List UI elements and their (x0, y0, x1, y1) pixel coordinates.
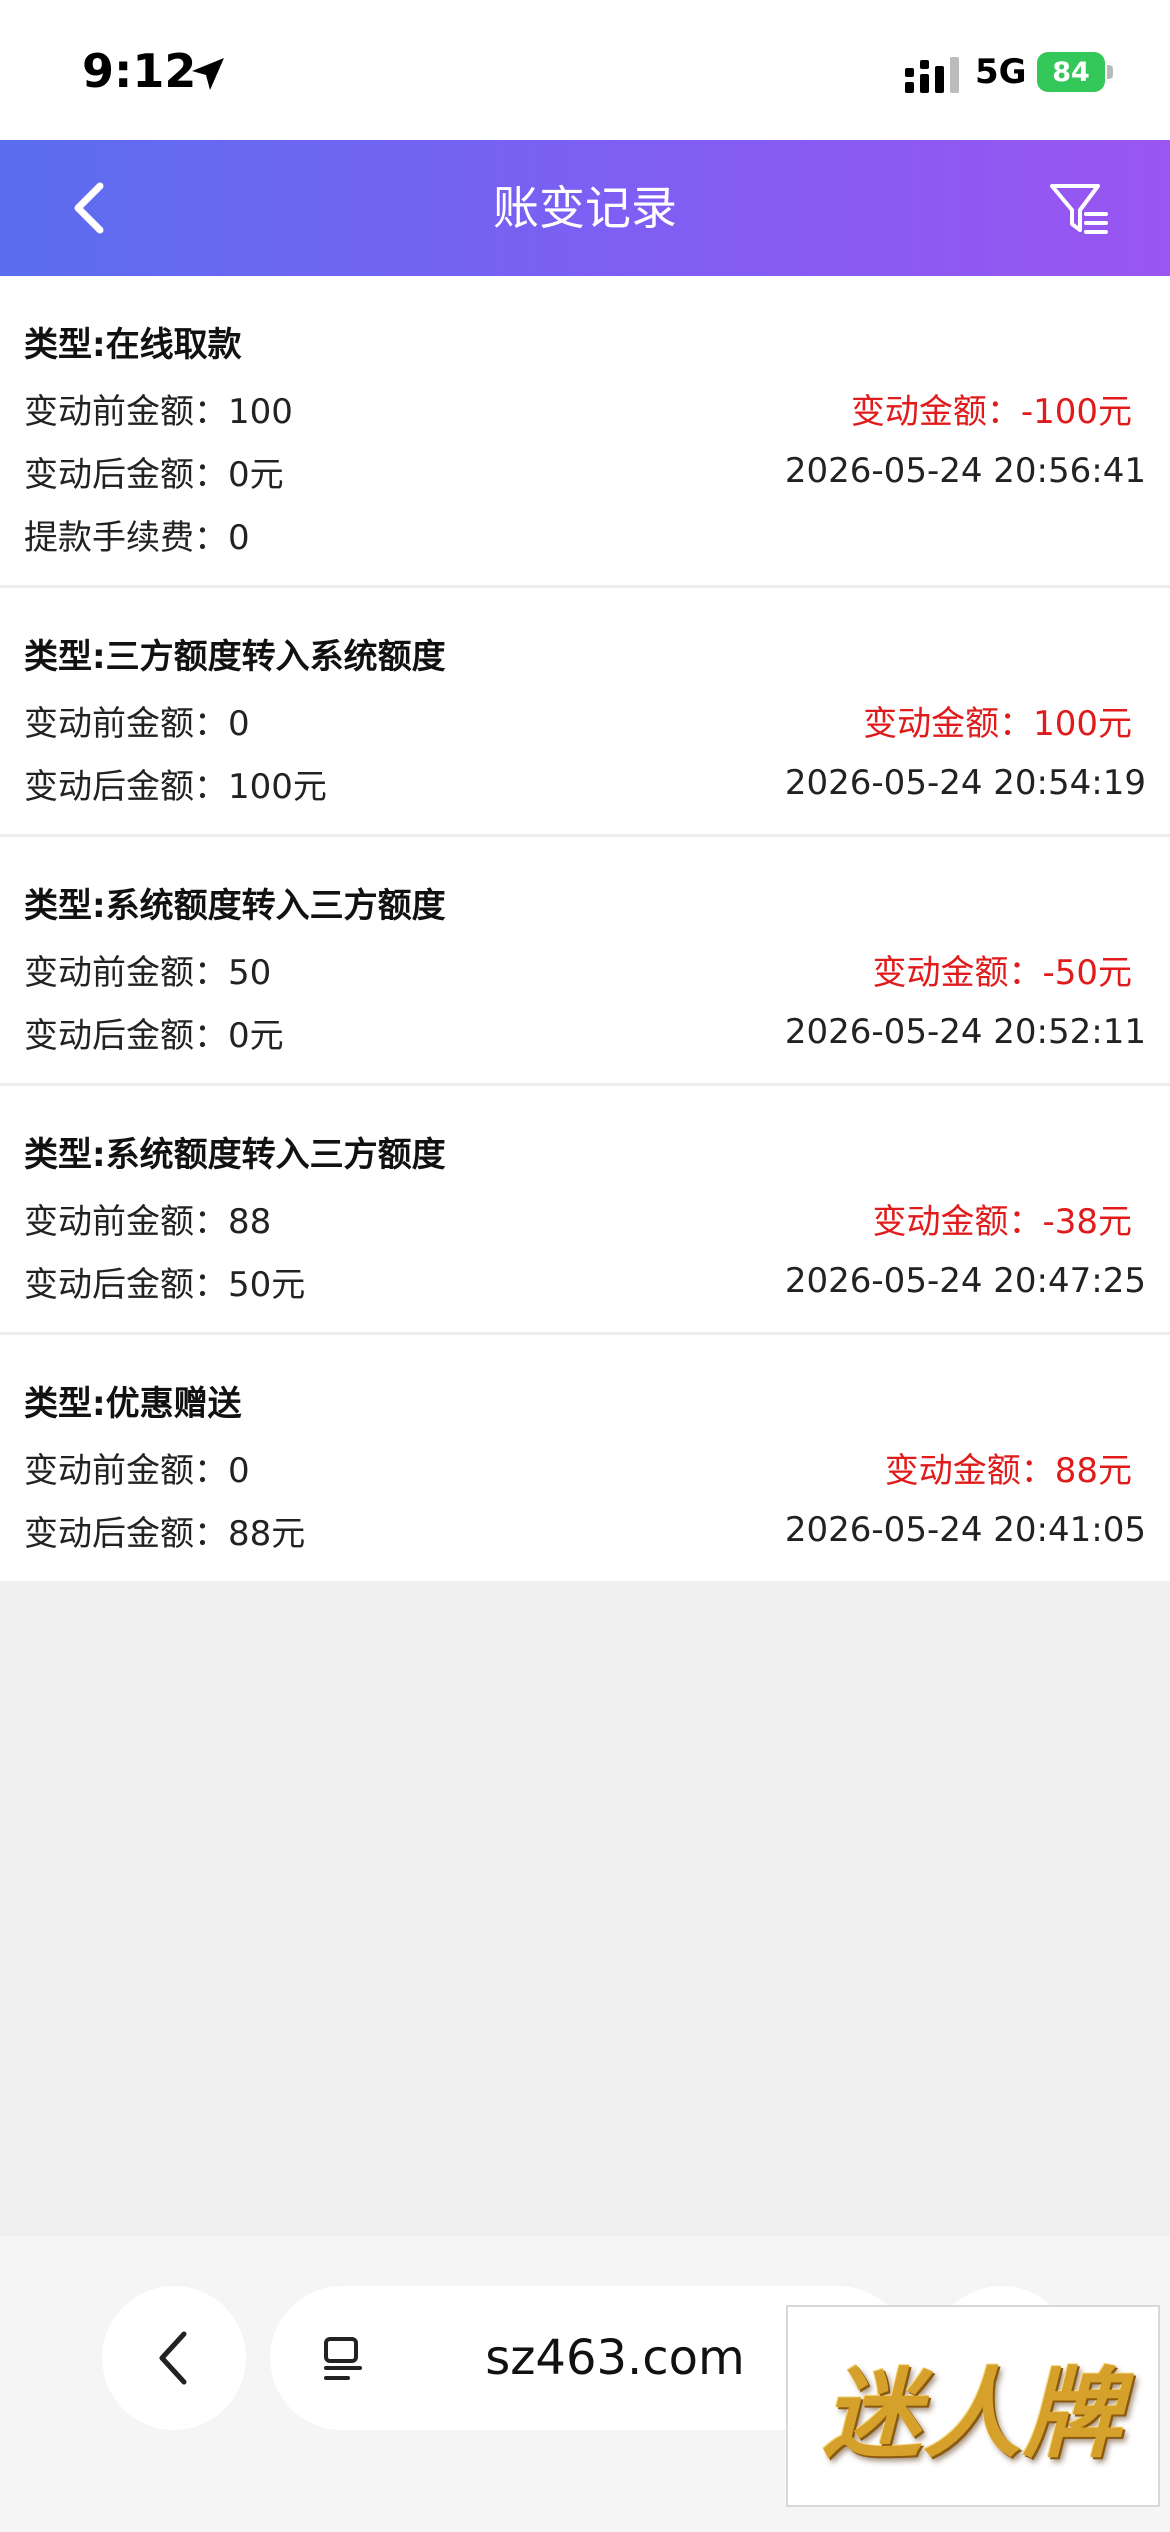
amount-before: 变动前金额：88 (24, 1201, 272, 1242)
record-time: 2026-05-24 20:56:41 (784, 451, 1146, 491)
amount-before: 变动前金额：0 (24, 703, 250, 744)
ad-banner[interactable]: 迷人牌 (786, 2305, 1160, 2507)
amount-after: 变动后金额：0元 (24, 454, 284, 495)
record-row: 变动前金额：0 变动金额：100元 (24, 699, 1146, 744)
record-type: 类型:系统额度转入三方额度 (24, 1135, 446, 1175)
record-row: 变动后金额：50元 2026-05-24 20:47:25 (24, 1260, 1146, 1305)
record-time: 2026-05-24 20:47:25 (784, 1261, 1146, 1301)
status-bar: 9:12 5G 84 (0, 0, 1170, 140)
signal-icon (905, 57, 959, 93)
record-row: 变动前金额：88 变动金额：-38元 (24, 1197, 1146, 1242)
transaction-record: 类型:系统额度转入三方额度 变动前金额：50 变动金额：-50元 变动后金额：0… (0, 837, 1170, 1086)
network-type: 5G (975, 52, 1027, 92)
record-type: 类型:在线取款 (24, 325, 242, 365)
filter-icon[interactable] (1048, 178, 1110, 240)
record-row: 变动后金额：88元 2026-05-24 20:41:05 (24, 1509, 1146, 1554)
record-type: 类型:优惠赠送 (24, 1384, 242, 1424)
amount-change: 变动金额：-50元 (872, 952, 1132, 993)
record-row: 提款手续费：0 (24, 513, 1146, 558)
amount-change: 变动金额：-100元 (850, 391, 1132, 432)
transaction-record: 类型:系统额度转入三方额度 变动前金额：88 变动金额：-38元 变动后金额：5… (0, 1086, 1170, 1335)
withdraw-fee: 提款手续费：0 (24, 517, 250, 558)
page-title: 账变记录 (493, 181, 677, 235)
ad-logo-text: 迷人牌 (822, 2357, 1123, 2472)
record-row: 变动后金额：100元 2026-05-24 20:54:19 (24, 762, 1146, 807)
amount-change: 变动金额：88元 (884, 1450, 1132, 1491)
record-time: 2026-05-24 20:52:11 (784, 1012, 1146, 1052)
status-time: 9:12 (82, 44, 197, 98)
browser-back-button[interactable] (102, 2286, 246, 2430)
battery-tip (1107, 65, 1113, 79)
record-row: 变动前金额：100 变动金额：-100元 (24, 387, 1146, 432)
battery-icon: 84 (1037, 52, 1113, 92)
amount-after: 变动后金额：50元 (24, 1264, 306, 1305)
transaction-record: 类型:优惠赠送 变动前金额：0 变动金额：88元 变动后金额：88元 2026-… (0, 1335, 1170, 1581)
amount-after: 变动后金额：0元 (24, 1015, 284, 1056)
amount-before: 变动前金额：100 (24, 391, 293, 432)
amount-before: 变动前金额：0 (24, 1450, 250, 1491)
transaction-record: 类型:在线取款 变动前金额：100 变动金额：-100元 变动后金额：0元 20… (0, 276, 1170, 588)
amount-before: 变动前金额：50 (24, 952, 272, 993)
record-row: 变动前金额：50 变动金额：-50元 (24, 948, 1146, 993)
nav-bar: 账变记录 (0, 140, 1170, 276)
record-row: 变动后金额：0元 2026-05-24 20:52:11 (24, 1011, 1146, 1056)
amount-change: 变动金额：-38元 (872, 1201, 1132, 1242)
record-time: 2026-05-24 20:41:05 (784, 1510, 1146, 1550)
record-time: 2026-05-24 20:54:19 (784, 763, 1146, 803)
amount-after: 变动后金额：100元 (24, 766, 327, 807)
location-arrow-icon (192, 58, 224, 90)
transaction-list: 类型:在线取款 变动前金额：100 变动金额：-100元 变动后金额：0元 20… (0, 276, 1170, 1581)
transaction-record: 类型:三方额度转入系统额度 变动前金额：0 变动金额：100元 变动后金额：10… (0, 588, 1170, 837)
record-type: 类型:系统额度转入三方额度 (24, 886, 446, 926)
amount-change: 变动金额：100元 (863, 703, 1132, 744)
amount-after: 变动后金额：88元 (24, 1513, 306, 1554)
record-row: 变动后金额：0元 2026-05-24 20:56:41 (24, 450, 1146, 495)
record-type: 类型:三方额度转入系统额度 (24, 637, 446, 677)
record-row: 变动前金额：0 变动金额：88元 (24, 1446, 1146, 1491)
battery-level: 84 (1037, 52, 1105, 92)
chevron-left-icon (159, 2331, 187, 2385)
